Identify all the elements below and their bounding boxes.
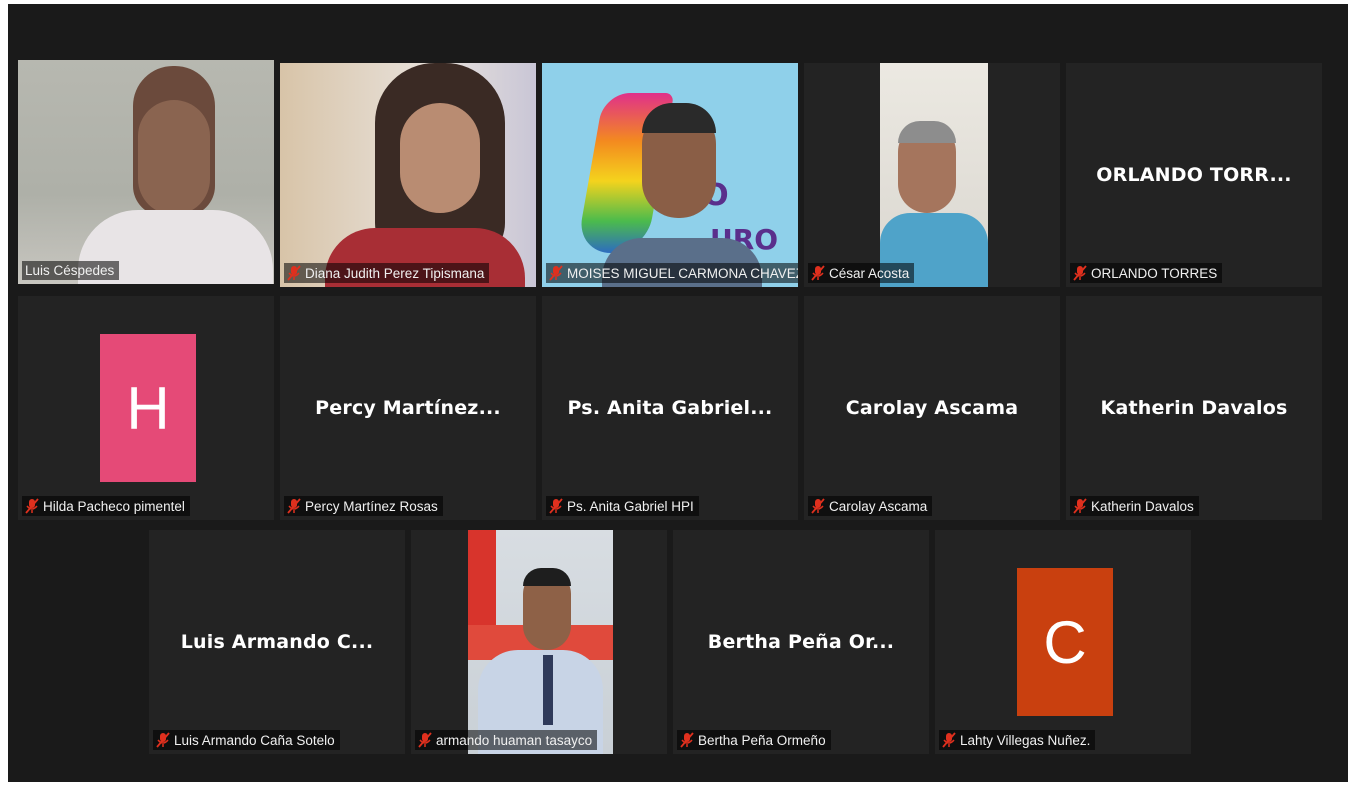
- participant-name: Ps. Anita Gabriel HPI: [567, 498, 694, 514]
- participant-name: Bertha Peña Ormeño: [698, 732, 826, 748]
- mic-muted-icon: [156, 732, 170, 748]
- participant-name-label: armando huaman tasayco: [415, 730, 598, 750]
- mic-muted-icon: [1073, 265, 1087, 281]
- avatar-initial: H: [126, 374, 170, 442]
- participant-tile[interactable]: Percy Martínez... Percy Martínez Rosas: [280, 296, 536, 520]
- participant-name: Hilda Pacheco pimentel: [43, 498, 185, 514]
- mic-muted-icon: [811, 265, 825, 281]
- participant-name: MOISES MIGUEL CARMONA CHAVEZ: [567, 265, 798, 281]
- participant-name: ORLANDO TORRES: [1091, 265, 1218, 281]
- video-feed: [468, 530, 613, 754]
- participant-display-name: Bertha Peña Or...: [707, 631, 895, 653]
- avatar: H: [100, 334, 196, 482]
- participant-name-label: Ps. Anita Gabriel HPI: [546, 496, 699, 516]
- participant-tile[interactable]: ORLANDO TORR... ORLANDO TORRES: [1066, 63, 1322, 287]
- mic-muted-icon: [942, 732, 956, 748]
- mic-muted-icon: [287, 265, 301, 281]
- participant-name: Luis Armando Caña Sotelo: [174, 732, 335, 748]
- participant-tile[interactable]: Diana Judith Perez Tipismana: [280, 63, 536, 287]
- participant-name-label: Carolay Ascama: [808, 496, 933, 516]
- participant-display-name: Carolay Ascama: [845, 397, 1019, 419]
- participant-tile[interactable]: IO URO MOISES MIGUEL CARMONA CHAVEZ: [542, 63, 798, 287]
- participant-name-label: Luis Céspedes: [22, 261, 120, 280]
- mic-muted-icon: [1073, 498, 1087, 514]
- mic-muted-icon: [680, 732, 694, 748]
- participant-tile[interactable]: Katherin Davalos Katherin Davalos: [1066, 296, 1322, 520]
- participant-tile[interactable]: H Hilda Pacheco pimentel: [18, 296, 274, 520]
- participant-tile[interactable]: Bertha Peña Or... Bertha Peña Ormeño: [673, 530, 929, 754]
- participant-tile[interactable]: C Lahty Villegas Nuñez.: [935, 530, 1191, 754]
- participant-tile[interactable]: César Acosta: [804, 63, 1060, 287]
- participant-name: armando huaman tasayco: [436, 732, 593, 748]
- participant-tile[interactable]: Luis Armando C... Luis Armando Caña Sote…: [149, 530, 405, 754]
- avatar: C: [1017, 568, 1113, 716]
- participant-name-label: Hilda Pacheco pimentel: [22, 496, 190, 516]
- video-feed: [280, 63, 536, 287]
- participant-tile[interactable]: Ps. Anita Gabriel... Ps. Anita Gabriel H…: [542, 296, 798, 520]
- participant-name: Katherin Davalos: [1091, 498, 1194, 514]
- avatar-initial: C: [1043, 608, 1087, 676]
- participant-name: Carolay Ascama: [829, 498, 928, 514]
- participant-name: Diana Judith Perez Tipismana: [305, 265, 485, 281]
- participant-name: Percy Martínez Rosas: [305, 498, 438, 514]
- participant-name-label: César Acosta: [808, 263, 915, 283]
- participant-name-label: Lahty Villegas Nuñez.: [939, 730, 1096, 750]
- participant-name: César Acosta: [829, 265, 910, 281]
- participant-name-label: Luis Armando Caña Sotelo: [153, 730, 340, 750]
- mic-muted-icon: [287, 498, 301, 514]
- mic-muted-icon: [549, 265, 563, 281]
- participant-name-label: ORLANDO TORRES: [1070, 263, 1223, 283]
- participant-display-name: Ps. Anita Gabriel...: [567, 397, 773, 419]
- participant-tile[interactable]: armando huaman tasayco: [411, 530, 667, 754]
- gallery-view: Luis Céspedes Diana Judith Perez Tipisma…: [8, 4, 1348, 782]
- participant-name: Lahty Villegas Nuñez.: [960, 732, 1091, 748]
- participant-name-label: Bertha Peña Ormeño: [677, 730, 831, 750]
- mic-muted-icon: [25, 498, 39, 514]
- mic-muted-icon: [418, 732, 432, 748]
- mic-muted-icon: [549, 498, 563, 514]
- video-feed: [880, 63, 988, 287]
- participant-display-name: Katherin Davalos: [1100, 397, 1288, 419]
- participant-display-name: Luis Armando C...: [180, 631, 374, 653]
- participant-name-label: Katherin Davalos: [1070, 496, 1199, 516]
- participant-name-label: MOISES MIGUEL CARMONA CHAVEZ: [546, 263, 798, 283]
- video-feed: [18, 60, 274, 284]
- participant-display-name: ORLANDO TORR...: [1096, 164, 1292, 186]
- mic-muted-icon: [811, 498, 825, 514]
- video-feed: IO URO: [542, 63, 798, 287]
- participant-name: Luis Céspedes: [25, 263, 115, 278]
- participant-tile[interactable]: Carolay Ascama Carolay Ascama: [804, 296, 1060, 520]
- participant-name-label: Percy Martínez Rosas: [284, 496, 443, 516]
- participant-tile[interactable]: Luis Céspedes: [18, 60, 274, 284]
- participant-display-name: Percy Martínez...: [315, 397, 501, 419]
- participant-name-label: Diana Judith Perez Tipismana: [284, 263, 490, 283]
